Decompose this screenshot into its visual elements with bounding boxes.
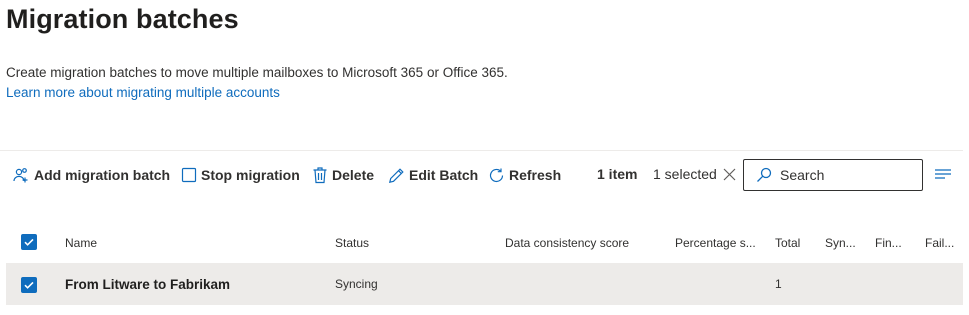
checkmark-icon bbox=[24, 238, 34, 246]
selected-count: 1 selected bbox=[653, 166, 717, 182]
table-header: Name Status Data consistency score Perce… bbox=[0, 222, 963, 262]
column-options-button[interactable] bbox=[934, 166, 952, 182]
delete-button[interactable]: Delete bbox=[312, 165, 374, 185]
page-description: Create migration batches to move multipl… bbox=[6, 65, 508, 80]
row-status: Syncing bbox=[335, 277, 378, 291]
trash-icon bbox=[313, 167, 327, 184]
refresh-button[interactable]: Refresh bbox=[488, 165, 561, 185]
search-box[interactable]: Search bbox=[743, 159, 923, 191]
column-header-percentage[interactable]: Percentage s... bbox=[675, 236, 756, 250]
lines-icon bbox=[935, 169, 951, 179]
column-header-status[interactable]: Status bbox=[335, 236, 369, 250]
add-migration-batch-button[interactable]: Add migration batch bbox=[12, 165, 170, 185]
learn-more-link[interactable]: Learn more about migrating multiple acco… bbox=[6, 85, 280, 100]
row-total: 1 bbox=[775, 277, 782, 291]
column-header-total[interactable]: Total bbox=[775, 236, 800, 250]
checkmark-icon bbox=[24, 281, 34, 289]
search-icon bbox=[757, 167, 772, 182]
edit-batch-button[interactable]: Edit Batch bbox=[388, 165, 478, 185]
refresh-icon bbox=[489, 168, 504, 182]
add-migration-batch-label: Add migration batch bbox=[34, 167, 171, 183]
column-header-name[interactable]: Name bbox=[65, 236, 97, 250]
column-header-failed[interactable]: Fail... bbox=[925, 236, 954, 250]
select-all-checkbox[interactable] bbox=[21, 234, 37, 250]
stop-migration-button[interactable]: Stop migration bbox=[181, 165, 300, 185]
item-count: 1 item bbox=[597, 166, 638, 182]
clear-selection-button[interactable] bbox=[721, 165, 737, 183]
column-header-data-consistency[interactable]: Data consistency score bbox=[505, 236, 629, 250]
pencil-icon bbox=[388, 167, 404, 183]
search-placeholder: Search bbox=[780, 167, 825, 183]
column-header-synced[interactable]: Syn... bbox=[825, 236, 856, 250]
page-title: Migration batches bbox=[6, 4, 239, 34]
add-people-icon bbox=[13, 168, 28, 183]
row-name[interactable]: From Litware to Fabrikam bbox=[65, 277, 230, 292]
close-icon bbox=[723, 168, 735, 180]
table-row[interactable]: From Litware to Fabrikam Syncing 1 bbox=[6, 263, 963, 305]
row-checkbox[interactable] bbox=[21, 277, 37, 293]
delete-label: Delete bbox=[332, 167, 375, 183]
edit-batch-label: Edit Batch bbox=[409, 167, 479, 183]
command-bar: Add migration batch Stop migration Delet… bbox=[0, 150, 963, 194]
refresh-label: Refresh bbox=[509, 167, 562, 183]
stop-migration-label: Stop migration bbox=[201, 167, 300, 183]
stop-square-icon bbox=[181, 167, 197, 183]
column-header-finalized[interactable]: Fin... bbox=[875, 236, 902, 250]
